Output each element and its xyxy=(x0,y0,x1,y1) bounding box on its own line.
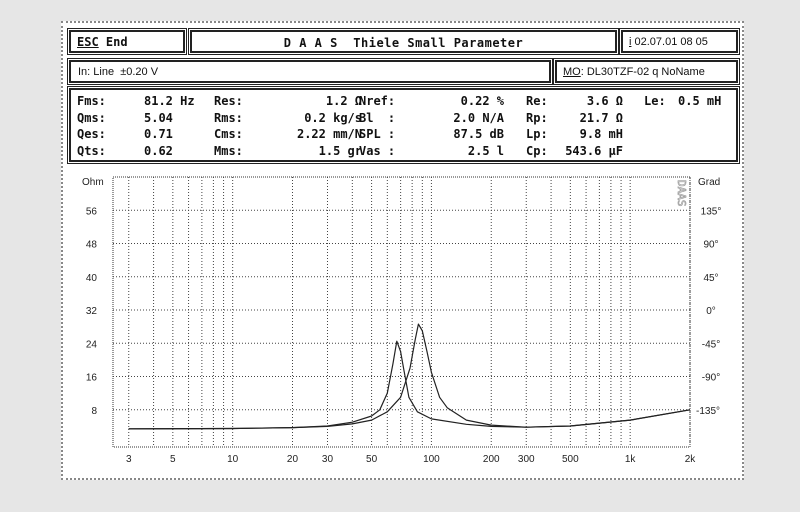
y-tick-label: 24 xyxy=(86,339,98,350)
x-tick-label: 30 xyxy=(322,454,334,465)
x-tick-label: 50 xyxy=(366,454,378,465)
y2-tick-label: -135° xyxy=(696,406,720,417)
y-tick-label: 8 xyxy=(91,406,97,417)
y-tick-label: 32 xyxy=(86,306,98,317)
plot-area xyxy=(112,176,691,448)
x-tick-label: 300 xyxy=(518,454,535,465)
x-tick-label: 3 xyxy=(126,454,132,465)
x-tick-label: 5 xyxy=(170,454,176,465)
x-tick-label: 200 xyxy=(483,454,500,465)
y-tick-label: 40 xyxy=(86,273,98,284)
x-tick-label: 10 xyxy=(227,454,239,465)
y-axis-label: Ohm xyxy=(82,177,104,188)
y2-tick-label: -90° xyxy=(702,373,720,384)
y-tick-label: 16 xyxy=(86,373,98,384)
y-tick-label: 48 xyxy=(86,240,98,251)
x-tick-label: 2k xyxy=(685,454,697,465)
y2-tick-label: 45° xyxy=(703,273,718,284)
y2-tick-label: 0° xyxy=(706,306,716,317)
y2-axis-label: Grad xyxy=(698,177,720,188)
x-tick-label: 500 xyxy=(562,454,579,465)
x-tick-label: 1k xyxy=(625,454,637,465)
y2-tick-label: 135° xyxy=(701,206,722,217)
x-tick-label: 20 xyxy=(287,454,299,465)
y-tick-label: 56 xyxy=(86,206,98,217)
impedance-chart: Ohm Grad 8 16 24 32 40 48 56 -135° -90° -45° 0° 45° 90… xyxy=(82,176,722,465)
daas-logo: DAAS xyxy=(675,180,688,207)
x-tick-label: 100 xyxy=(423,454,440,465)
y2-tick-label: -45° xyxy=(702,339,720,350)
y2-tick-label: 90° xyxy=(703,240,718,251)
